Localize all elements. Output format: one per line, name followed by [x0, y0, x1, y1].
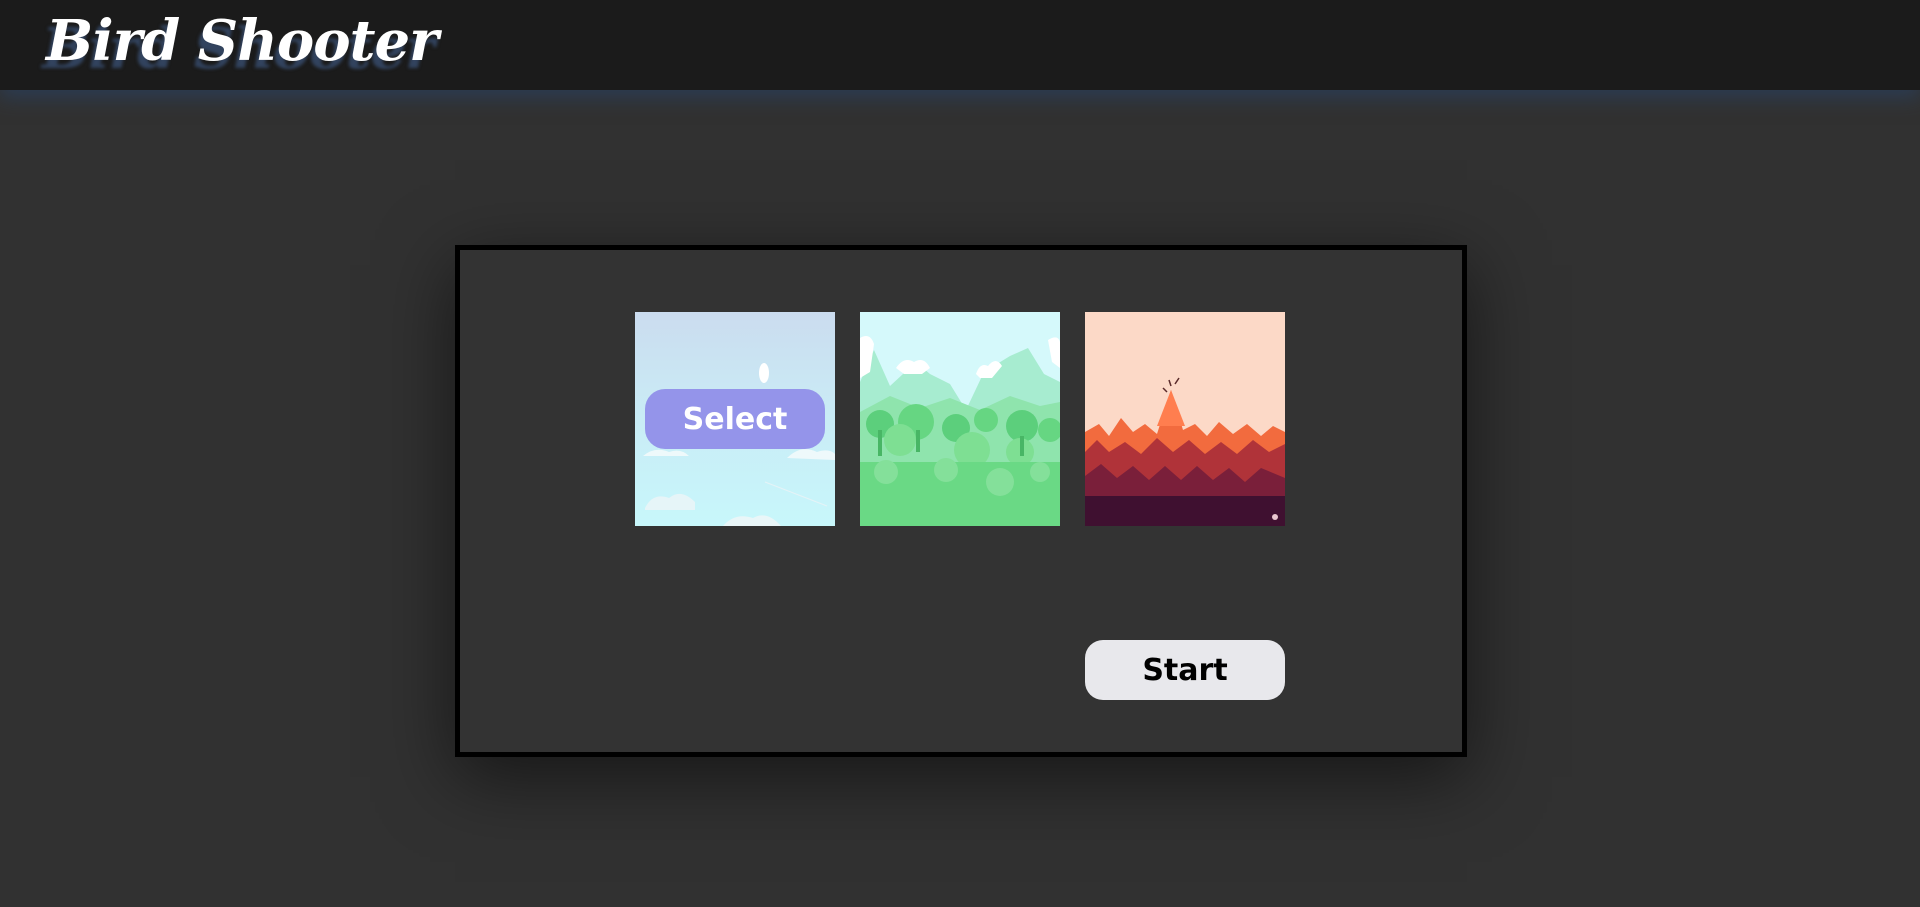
select-button[interactable]: Select [645, 389, 825, 449]
game-title: Bird Shooter [46, 8, 439, 74]
background-card-forest[interactable] [860, 312, 1060, 526]
start-button[interactable]: Start [1085, 640, 1285, 700]
background-card-volcano[interactable] [1085, 312, 1285, 526]
background-card-sky[interactable]: Select [635, 312, 835, 526]
volcano-background-image [1085, 312, 1285, 526]
level-select-panel: Select Start [455, 245, 1467, 757]
forest-background-image [860, 312, 1060, 526]
header-bar: Bird Shooter [0, 0, 1920, 90]
